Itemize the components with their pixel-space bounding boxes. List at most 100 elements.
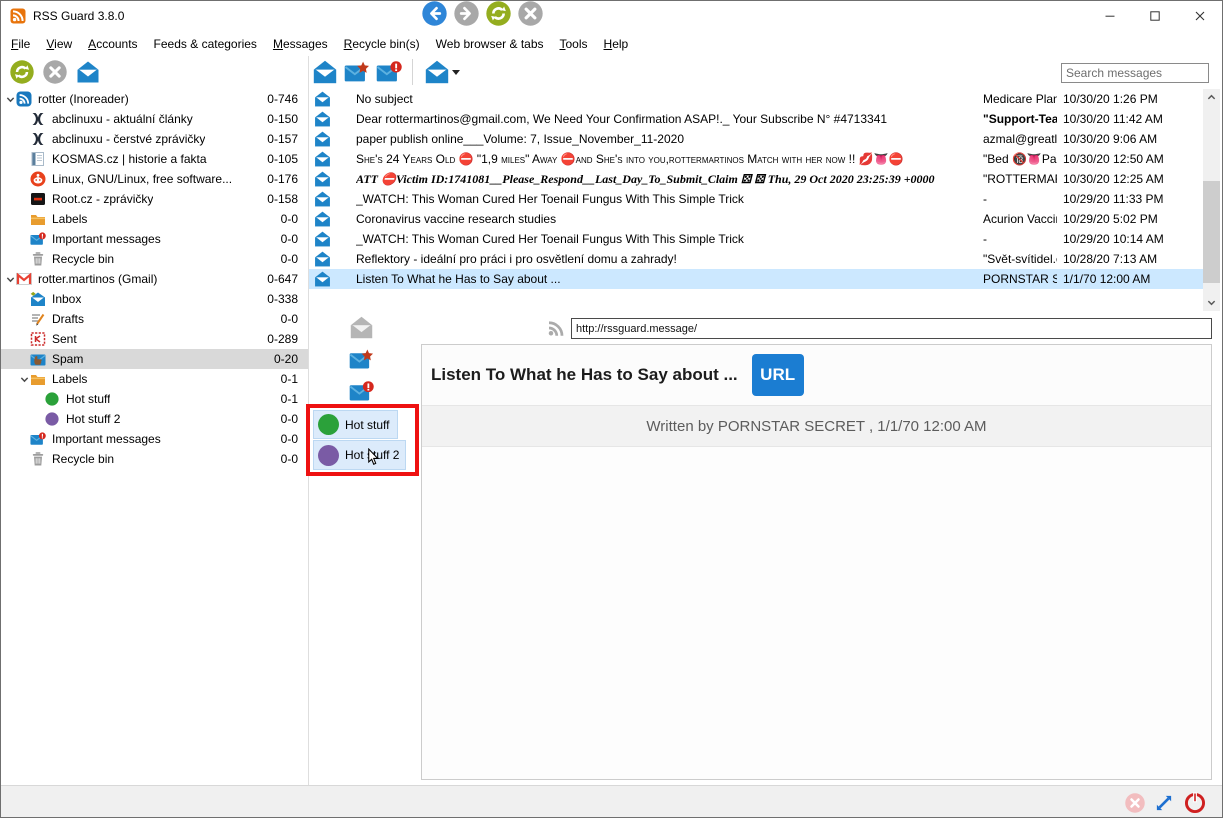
url-input[interactable] [571, 318, 1212, 339]
message-row[interactable]: ATT ⛔Victim ID:1741081__Please_Respond__… [309, 169, 1203, 189]
sent-icon [30, 331, 47, 347]
feed-item-important[interactable]: Important messages 0-0 [1, 229, 308, 249]
gmail-icon [16, 271, 33, 287]
feed-account-gmail[interactable]: rotter.martinos (Gmail) 0-647 [1, 269, 308, 289]
drafts-icon [30, 311, 47, 327]
mark-feed-read-button[interactable] [75, 59, 101, 85]
reddit-icon [30, 171, 47, 187]
scroll-up-icon[interactable] [1203, 89, 1220, 106]
message-row[interactable]: Reflektory - ideální pro práci i pro osv… [309, 249, 1203, 269]
message-row[interactable]: paper publish online___Volume: 7, Issue_… [309, 129, 1203, 149]
open-url-button[interactable]: URL [752, 354, 804, 396]
close-icon [1194, 10, 1206, 22]
update-feeds-button[interactable] [9, 59, 35, 85]
annotation-highlight-box: Hot stuff Hot stuff 2 [306, 404, 419, 476]
quit-button[interactable] [1184, 792, 1206, 814]
envelope-open-icon [314, 211, 333, 227]
menu-file[interactable]: File [3, 33, 38, 55]
mark-message-read-button[interactable] [312, 59, 338, 85]
mark-important-button[interactable] [344, 59, 370, 85]
feed-item-important-gmail[interactable]: Important messages 0-0 [1, 429, 308, 449]
feed-account-inoreader[interactable]: rotter (Inoreader) 0-746 [1, 89, 308, 109]
scrollbar[interactable] [1203, 89, 1220, 311]
window-title: RSS Guard 3.8.0 [33, 1, 124, 31]
purple-circle-icon [44, 411, 61, 427]
chevron-down-icon[interactable] [4, 273, 16, 285]
menu-view[interactable]: View [38, 33, 80, 55]
spam-icon [30, 351, 47, 367]
close-button[interactable] [1177, 1, 1222, 31]
feed-item[interactable]: Root.cz - zprávičky 0-158 [1, 189, 308, 209]
mark-read-dropdown-button[interactable] [423, 59, 461, 85]
close-tab-button[interactable] [1124, 792, 1146, 814]
message-row[interactable]: Coronavirus vaccine research studies Acu… [309, 209, 1203, 229]
forward-icon [454, 1, 479, 26]
feed-item[interactable]: abclinuxu - čerstvé zprávičky 0-157 [1, 129, 308, 149]
label-toggle-hot-stuff[interactable]: Hot stuff [313, 410, 398, 439]
menu-accounts[interactable]: Accounts [80, 33, 145, 55]
maximize-icon [1149, 10, 1161, 22]
minimize-icon [1104, 10, 1116, 22]
mark-unread-button[interactable] [376, 59, 402, 85]
feed-item-hot-stuff[interactable]: Hot stuff 0-1 [1, 389, 308, 409]
message-body [422, 447, 1211, 779]
menu-web-browser-tabs[interactable]: Web browser & tabs [428, 33, 552, 55]
feed-item-recycle-bin-gmail[interactable]: Recycle bin 0-0 [1, 449, 308, 469]
mark-unread-toggle-button[interactable] [348, 378, 374, 404]
feed-item-recycle-bin[interactable]: Recycle bin 0-0 [1, 249, 308, 269]
message-row[interactable]: She's 24 Years Old ⛔ "1,9 miles" Away ⛔a… [309, 149, 1203, 169]
green-circle-icon [44, 391, 61, 407]
menu-help[interactable]: Help [596, 33, 637, 55]
feed-item-labels[interactable]: Labels 0-0 [1, 209, 308, 229]
feed-item-drafts[interactable]: Drafts 0-0 [1, 309, 308, 329]
feed-item-labels-gmail[interactable]: Labels 0-1 [1, 369, 308, 389]
message-row[interactable]: No subject Medicare Plan <e... 10/30/20 … [309, 89, 1203, 109]
menu-messages[interactable]: Messages [265, 33, 336, 55]
search-input[interactable] [1061, 63, 1209, 83]
maximize-button[interactable] [1132, 1, 1177, 31]
back-button[interactable] [422, 1, 447, 26]
mouse-cursor-icon [367, 448, 380, 467]
reload-button[interactable] [486, 1, 511, 26]
envelope-star-icon [349, 348, 374, 371]
rss-icon [546, 318, 566, 338]
forward-button[interactable] [454, 1, 479, 26]
message-row[interactable]: _WATCH: This Woman Cured Her Toenail Fun… [309, 229, 1203, 249]
message-row-selected[interactable]: Listen To What he Has to Say about ... P… [309, 269, 1203, 289]
minimize-button[interactable] [1087, 1, 1132, 31]
feed-item[interactable]: KOSMAS.cz | historie a fakta 0-105 [1, 149, 308, 169]
message-row[interactable]: _WATCH: This Woman Cured Her Toenail Fun… [309, 189, 1203, 209]
envelope-open-icon [314, 171, 333, 187]
feed-item-inbox[interactable]: Inbox 0-338 [1, 289, 308, 309]
feed-item-hot-stuff-2[interactable]: Hot stuff 2 0-0 [1, 409, 308, 429]
chevron-down-icon[interactable] [18, 373, 30, 385]
toolbar [1, 56, 1222, 89]
menu-bar: File View Accounts Feeds & categories Me… [1, 31, 1222, 56]
feed-item-spam[interactable]: Spam 0-20 [1, 349, 308, 369]
chevron-down-icon[interactable] [4, 93, 16, 105]
menu-feeds-categories[interactable]: Feeds & categories [146, 33, 265, 55]
feed-item-sent[interactable]: Sent 0-289 [1, 329, 308, 349]
mark-important-toggle-button[interactable] [348, 346, 374, 372]
envelope-open-icon [312, 60, 338, 84]
message-row[interactable]: Dear rottermartinos@gmail.com, We Need Y… [309, 109, 1203, 129]
fullscreen-button[interactable] [1153, 792, 1175, 814]
stop-update-button[interactable] [42, 59, 68, 85]
envelope-exclamation-icon [349, 380, 374, 403]
scroll-down-icon[interactable] [1203, 294, 1220, 311]
purple-circle-icon [318, 445, 339, 466]
feed-item[interactable]: abclinuxu - aktuální články 0-150 [1, 109, 308, 129]
menu-tools[interactable]: Tools [552, 33, 596, 55]
stop-load-button[interactable] [518, 1, 543, 26]
envelope-exclamation-icon [30, 231, 47, 247]
menu-recycle-bins[interactable]: Recycle bin(s) [336, 33, 428, 55]
mark-read-toggle-button[interactable] [348, 314, 374, 340]
folder-icon [30, 211, 47, 227]
stop-icon [518, 1, 543, 26]
envelope-star-icon [344, 60, 370, 84]
feed-item[interactable]: Linux, GNU/Linux, free software... 0-176 [1, 169, 308, 189]
scrollbar-thumb[interactable] [1203, 181, 1220, 283]
feed-tree: rotter (Inoreader) 0-746 abclinuxu - akt… [1, 89, 308, 785]
envelope-open-gray-icon [349, 316, 374, 339]
label-toggle-hot-stuff-2[interactable]: Hot stuff 2 [313, 440, 406, 470]
